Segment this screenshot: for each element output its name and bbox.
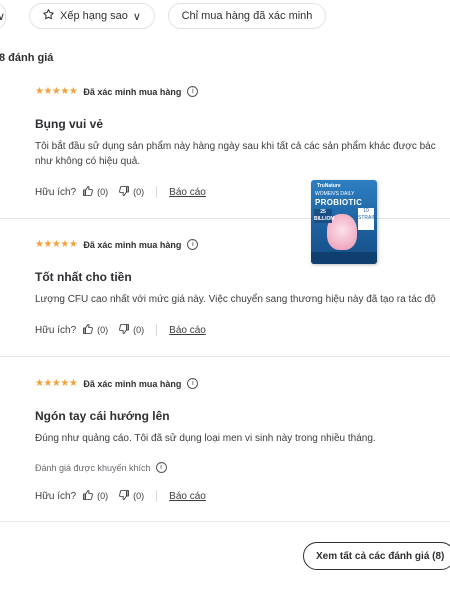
star-rating-icon: ★★★★★	[35, 86, 78, 97]
verified-purchase-label: Đã xác minh mua hàng	[83, 239, 182, 250]
thumbs-up-button[interactable]: (0)	[82, 489, 108, 503]
chevron-down-icon: ∨	[0, 10, 6, 23]
verified-purchases-filter-label: Chỉ mua hàng đã xác minh	[181, 10, 313, 22]
helpful-label: Hữu ích?	[35, 490, 77, 502]
review-body: Tôi bắt đầu sử dụng sản phẩm này hàng ng…	[35, 141, 436, 167]
divider	[0, 521, 450, 522]
thumbs-down-icon	[118, 185, 130, 199]
info-icon[interactable]: i	[187, 378, 199, 389]
product-cfu: 25 BILLION	[314, 209, 334, 223]
divider	[0, 356, 450, 357]
thumbs-down-count: (0)	[133, 491, 145, 501]
review-rating-row: ★★★★★ Đã xác minh mua hàng i	[35, 86, 199, 97]
info-icon[interactable]: i	[155, 462, 167, 473]
divider	[0, 218, 450, 219]
verified-purchase-label: Đã xác minh mua hàng	[83, 378, 182, 389]
report-link[interactable]: Báo cáo	[169, 491, 206, 502]
helpful-label: Hữu ích?	[35, 324, 77, 336]
thumbs-up-count: (0)	[97, 491, 109, 501]
review-title: Ngón tay cái hướng lên	[35, 409, 170, 423]
filter-dropdown-partial[interactable]: ∨	[0, 3, 6, 29]
thumbs-down-button[interactable]: (0)	[118, 185, 144, 199]
report-link[interactable]: Báo cáo	[169, 325, 206, 336]
report-link[interactable]: Báo cáo	[169, 187, 206, 198]
review-title: Bụng vui vẻ	[35, 117, 104, 131]
verified-purchases-filter[interactable]: Chỉ mua hàng đã xác minh	[168, 3, 326, 29]
star-rating-filter[interactable]: Xếp hạng sao ∨	[29, 3, 155, 29]
thumbs-up-button[interactable]: (0)	[82, 185, 108, 199]
helpful-label: Hữu ích?	[35, 186, 77, 198]
star-rating-filter-label: Xếp hạng sao	[60, 10, 128, 22]
product-strip	[311, 252, 377, 264]
info-icon[interactable]: i	[187, 239, 199, 250]
thumbs-down-button[interactable]: (0)	[118, 489, 144, 503]
review-title: Tốt nhất cho tiền	[35, 270, 132, 284]
incentivized-review-label: Đánh giá được khuyến khích	[35, 462, 151, 473]
thumbs-down-button[interactable]: (0)	[118, 323, 144, 337]
thumbs-down-count: (0)	[133, 325, 145, 335]
product-panel: 10 STRAINS	[358, 208, 377, 230]
star-outline-icon	[42, 8, 55, 24]
helpful-row: Hữu ích? (0) (0) Báo cáo	[35, 489, 206, 503]
chevron-down-icon: ∨	[132, 10, 141, 23]
thumbs-down-icon	[118, 489, 130, 503]
review-body: Lượng CFU cao nhất với mức giá này. Việc…	[35, 294, 436, 305]
thumbs-up-count: (0)	[97, 325, 109, 335]
helpful-row: Hữu ích? (0) (0) Báo cáo	[35, 185, 206, 199]
thumbs-up-icon	[82, 185, 94, 199]
product-image: TruNature WOMEN'S DAILY PROBIOTIC 25 BIL…	[311, 180, 377, 264]
thumbs-up-button[interactable]: (0)	[82, 323, 108, 337]
incentivized-review-badge: Đánh giá được khuyến khích i	[35, 462, 167, 473]
review-rating-row: ★★★★★ Đã xác minh mua hàng i	[35, 239, 199, 250]
thumbs-down-count: (0)	[133, 187, 145, 197]
product-brand: TruNature	[317, 183, 341, 189]
thumbs-up-icon	[82, 489, 94, 503]
see-all-reviews-button[interactable]: Xem tất cả các đánh giá (8)	[303, 542, 450, 570]
thumbs-down-icon	[118, 323, 130, 337]
star-rating-icon: ★★★★★	[35, 239, 78, 250]
divider	[156, 186, 158, 198]
divider	[156, 324, 158, 336]
product-line1: WOMEN'S DAILY	[315, 191, 355, 197]
product-line2: PROBIOTIC	[315, 198, 363, 207]
verified-purchase-label: Đã xác minh mua hàng	[83, 86, 182, 97]
helpful-row: Hữu ích? (0) (0) Báo cáo	[35, 323, 206, 337]
star-rating-icon: ★★★★★	[35, 378, 78, 389]
review-count-heading: 8 đánh giá	[0, 52, 54, 64]
thumbs-up-icon	[82, 323, 94, 337]
review-rating-row: ★★★★★ Đã xác minh mua hàng i	[35, 378, 199, 389]
review-body: Đúng như quảng cáo. Tôi đã sử dụng loại …	[35, 433, 376, 444]
info-icon[interactable]: i	[187, 86, 199, 97]
divider	[156, 490, 158, 502]
thumbs-up-count: (0)	[97, 187, 109, 197]
